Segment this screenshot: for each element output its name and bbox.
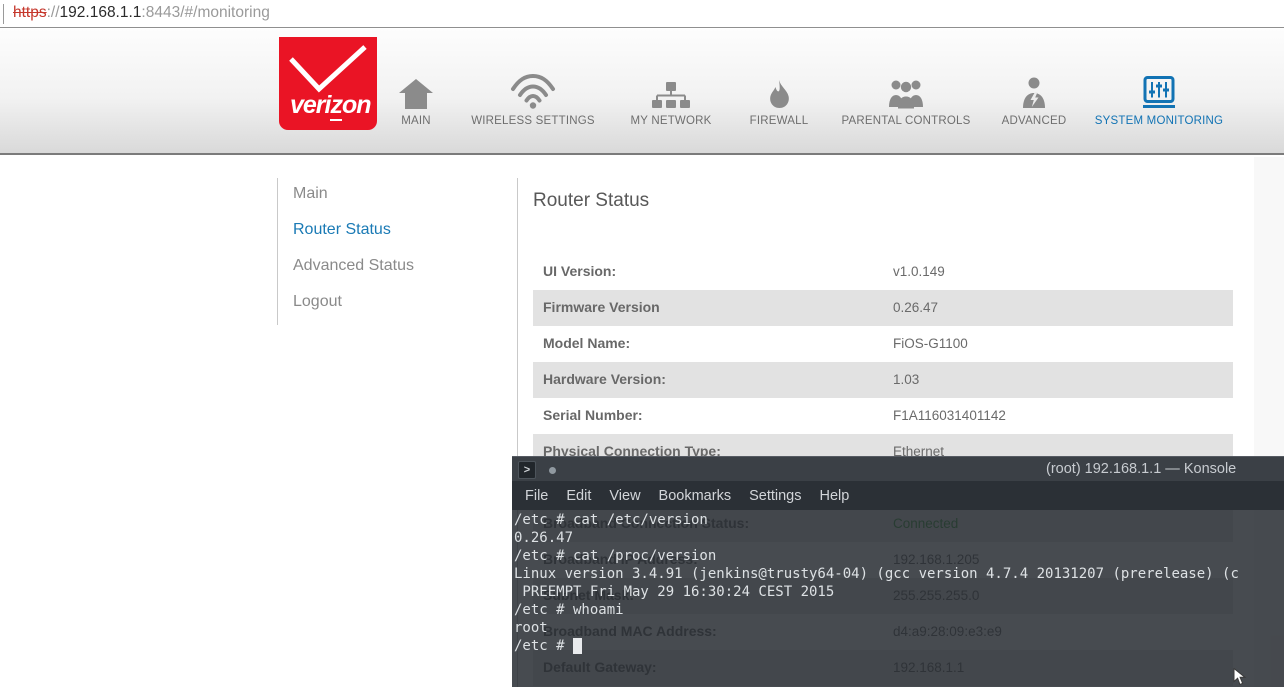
titlebar-dot-icon [549, 467, 556, 474]
konsole-window: > (root) 192.168.1.1 — Konsole FileEditV… [512, 456, 1284, 687]
url-text[interactable]: https://192.168.1.1:8443/#/monitoring [13, 4, 270, 22]
menu-edit[interactable]: Edit [557, 488, 600, 504]
monitor-bars-icon [1084, 63, 1234, 109]
sidebar-item-main[interactable]: Main [293, 185, 328, 209]
menu-settings[interactable]: Settings [740, 488, 810, 504]
terminal-output[interactable]: /etc # cat /etc/version0.26.47/etc # cat… [512, 510, 1284, 687]
nav-item-wireless-settings[interactable]: WIRELESS SETTINGS [458, 63, 608, 133]
table-row: Firmware Version 0.26.47 [533, 290, 1233, 326]
table-row: Model Name: FiOS-G1100 [533, 326, 1233, 362]
table-row: Serial Number: F1A116031401142 [533, 398, 1233, 434]
konsole-titlebar[interactable]: > (root) 192.168.1.1 — Konsole [512, 456, 1284, 481]
konsole-app-icon[interactable]: > [518, 461, 536, 479]
sidebar-item-advanced-status[interactable]: Advanced Status [293, 257, 414, 281]
url-host: 192.168.1.1 [60, 4, 142, 21]
table-row: UI Version: v1.0.149 [533, 254, 1233, 290]
konsole-title: (root) 192.168.1.1 — Konsole [1046, 461, 1236, 477]
terminal-line: root [514, 619, 1284, 637]
table-row: Hardware Version: 1.03 [533, 362, 1233, 398]
sidebar-item-logout[interactable]: Logout [293, 293, 342, 317]
text-caret [3, 4, 4, 24]
terminal-line: 0.26.47 [514, 529, 1284, 547]
terminal-line: /etc # whoami [514, 601, 1284, 619]
url-path: :8443/#/monitoring [141, 4, 269, 21]
app-header: verizon MAIN WIRELESS SETTINGS MY NETWOR… [0, 29, 1284, 155]
sidebar-divider [277, 178, 278, 325]
menu-help[interactable]: Help [810, 488, 858, 504]
terminal-line: /etc # cat /etc/version [514, 511, 1284, 529]
url-scheme: https [13, 4, 47, 21]
menu-bookmarks[interactable]: Bookmarks [650, 488, 741, 504]
konsole-menubar: FileEditViewBookmarksSettingsHelp [512, 481, 1284, 510]
page-title: Router Status [533, 190, 649, 212]
terminal-line: Linux version 3.4.91 (jenkins@trusty64-0… [514, 565, 1284, 583]
url-separator: :// [47, 4, 60, 21]
wifi-icon [458, 63, 608, 109]
menu-view[interactable]: View [600, 488, 649, 504]
menu-file[interactable]: File [516, 488, 557, 504]
terminal-cursor [573, 638, 582, 654]
terminal-line: /etc # [514, 637, 1284, 655]
browser-url-bar[interactable]: https://192.168.1.1:8443/#/monitoring [0, 0, 1284, 28]
terminal-line: /etc # cat /proc/version [514, 547, 1284, 565]
mouse-pointer-icon [1233, 668, 1249, 686]
nav-item-system-monitoring[interactable]: SYSTEM MONITORING [1084, 63, 1234, 133]
terminal-line: PREEMPT Fri May 29 16:30:24 CEST 2015 [514, 583, 1284, 601]
sidebar-item-router-status[interactable]: Router Status [293, 221, 391, 245]
